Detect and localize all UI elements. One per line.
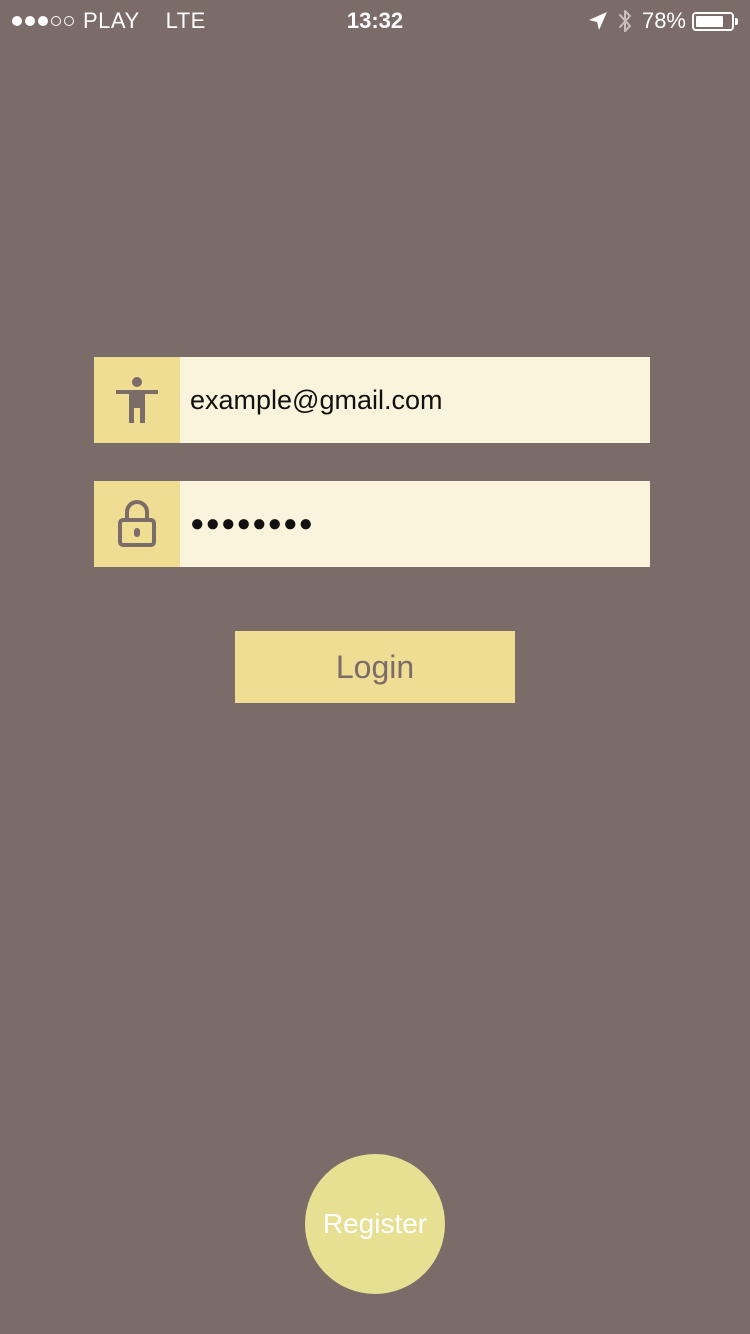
status-bar: PLAY LTE 13:32 78% xyxy=(0,0,750,40)
login-button[interactable]: Login xyxy=(235,631,515,703)
person-icon xyxy=(116,377,158,423)
battery-percentage: 78% xyxy=(641,8,686,33)
location-arrow-icon xyxy=(588,12,607,30)
bluetooth-icon xyxy=(618,10,631,32)
email-field[interactable]: example@gmail.com xyxy=(94,357,650,443)
password-masked-value: ●●●●●●●● xyxy=(190,510,314,537)
status-right: 78% xyxy=(588,7,738,35)
password-field[interactable]: ●●●●●●●● xyxy=(94,481,650,567)
lock-icon xyxy=(118,500,156,547)
password-input[interactable]: ●●●●●●●● xyxy=(180,481,650,567)
battery-icon xyxy=(692,11,734,31)
password-field-icon-box xyxy=(94,481,180,567)
battery-level-fill xyxy=(696,15,723,27)
email-field-icon-box xyxy=(94,357,180,443)
email-input[interactable]: example@gmail.com xyxy=(180,357,650,443)
battery-terminal xyxy=(735,17,738,25)
register-button[interactable]: Register xyxy=(305,1154,445,1294)
